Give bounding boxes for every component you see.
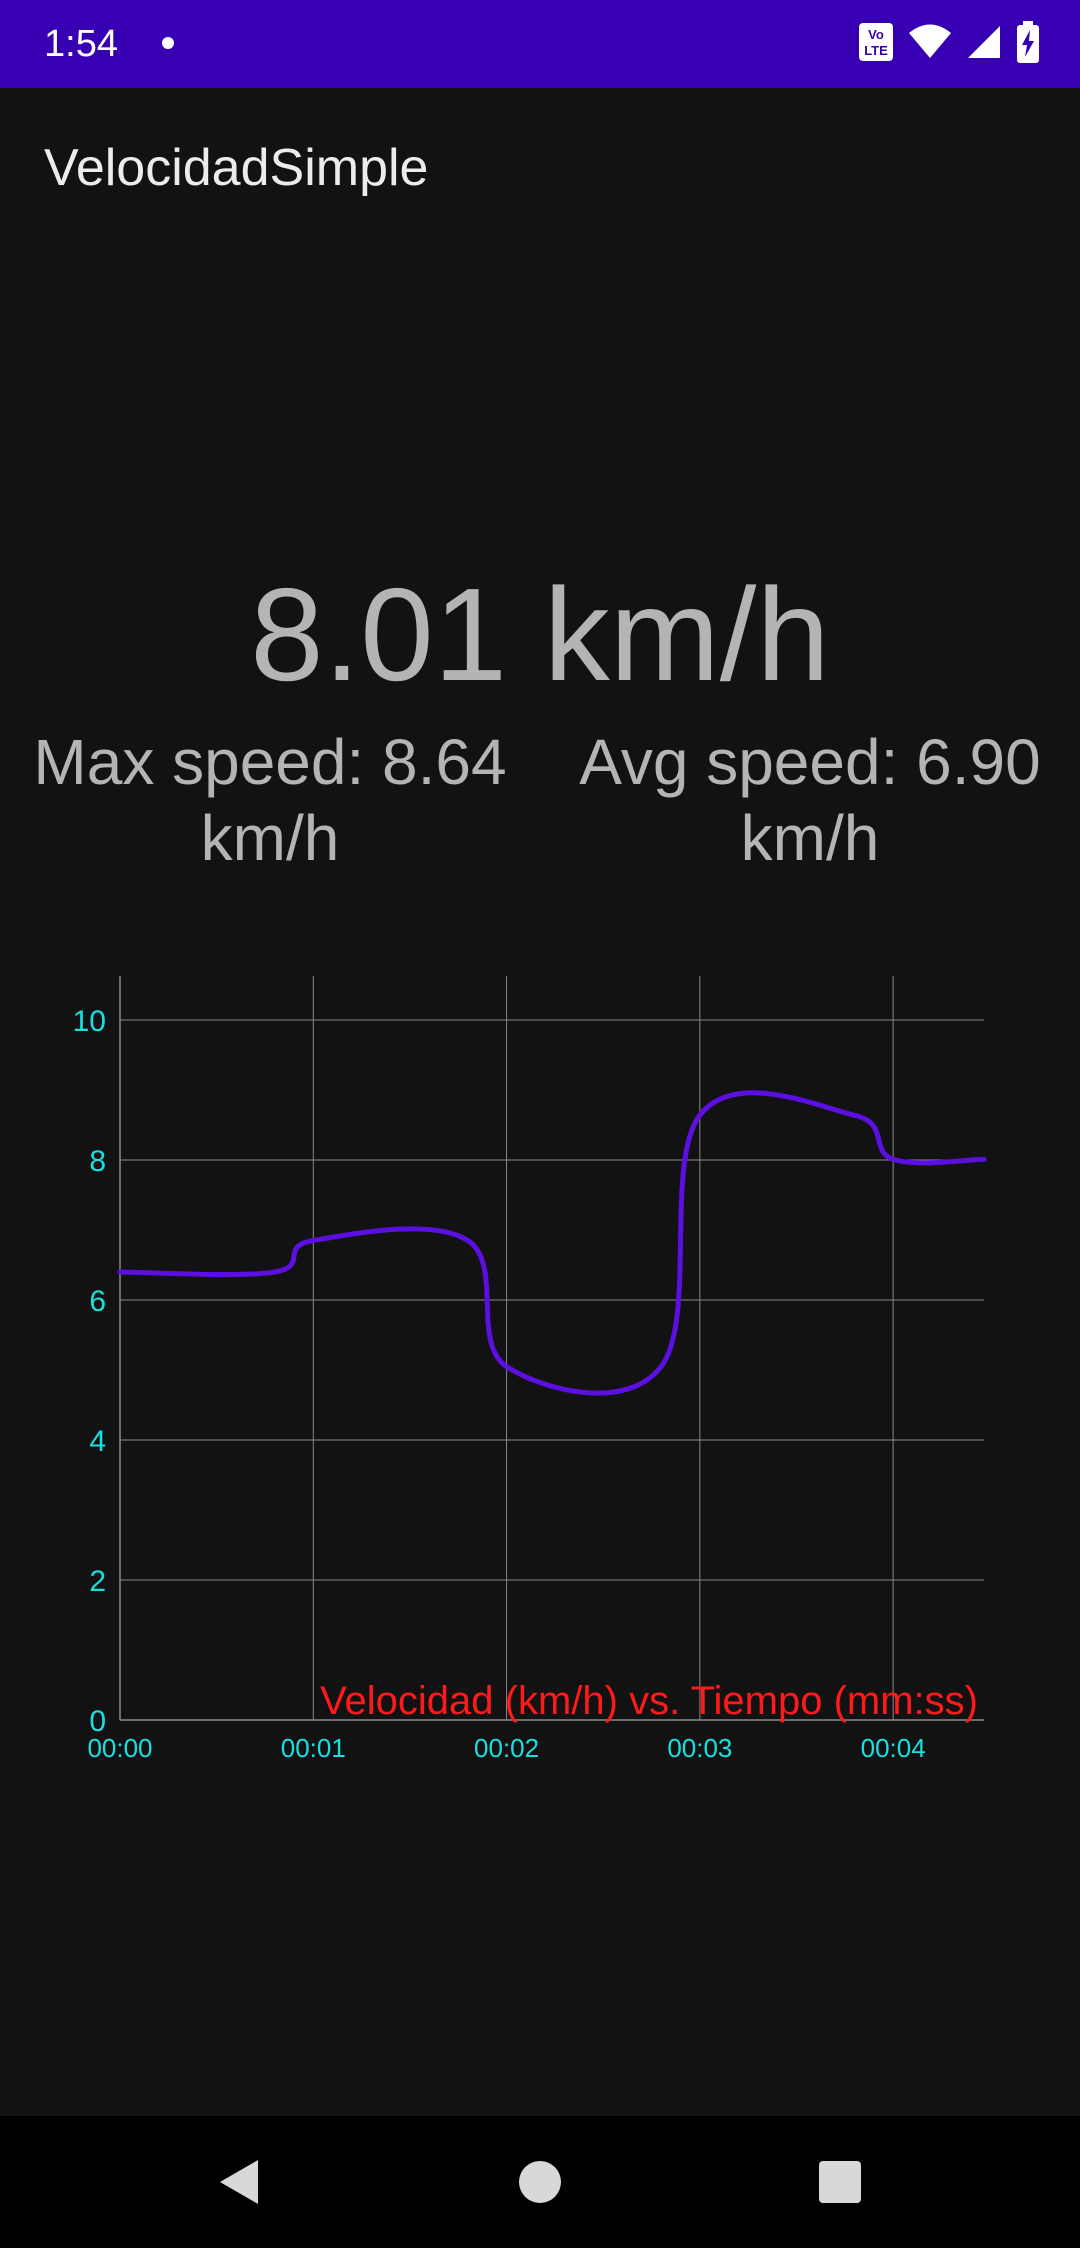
avg-speed: Avg speed: 6.90 km/h [579,726,1041,874]
navigation-bar [0,2116,1080,2248]
back-button[interactable] [208,2150,272,2214]
wifi-icon [908,24,952,65]
x-tick-label: 00:03 [667,1733,732,1763]
status-time: 1:54 [44,23,118,65]
status-bar: 1:54 Vo LTE [0,0,1080,88]
speed-series-line [117,1090,987,1396]
y-tick-label: 10 [73,1005,106,1038]
y-tick-label: 2 [89,1565,106,1598]
speed-chart-svg: 024681000:00 00:01 00:02 00:03 00:04Velocida… [73,976,987,1763]
volte-icon: Vo LTE [858,22,894,67]
recents-icon [819,2161,861,2203]
app-bar: VelocidadSimple [0,88,1080,248]
home-button[interactable] [508,2150,572,2214]
screen: 1:54 Vo LTE VelocidadSimple 8.01 km/h Ma… [0,0,1080,2248]
current-speed: 8.01 km/h [250,561,830,708]
x-tick-label: 00:01 [281,1733,346,1763]
speed-chart: 0 2 4 6 8 10 00:00 00:01 00:02 00:03 00:04 Velocida… [0,960,1080,1780]
y-tick-label: 6 [89,1285,106,1318]
x-tick-label: 00:02 [474,1733,539,1763]
battery-charging-icon [1016,20,1040,68]
app-title: VelocidadSimple [44,139,429,197]
x-tick-label: 00:00 [87,1733,152,1763]
home-icon [519,2161,561,2203]
y-tick-label: 8 [89,1145,106,1178]
y-tick-label: 4 [89,1425,106,1458]
svg-text:Vo: Vo [868,27,884,42]
max-speed: Max speed: 8.64 km/h [33,726,507,874]
chart-title: Velocidad (km/h) vs. Tiempo (mm:ss) [320,1679,978,1723]
x-tick-label: 00:04 [861,1733,926,1763]
back-icon [220,2160,258,2204]
signal-icon [966,24,1002,65]
notification-dot-icon [162,37,174,49]
svg-text:LTE: LTE [864,43,888,58]
recents-button[interactable] [808,2150,872,2214]
status-icons: Vo LTE [858,20,1040,68]
